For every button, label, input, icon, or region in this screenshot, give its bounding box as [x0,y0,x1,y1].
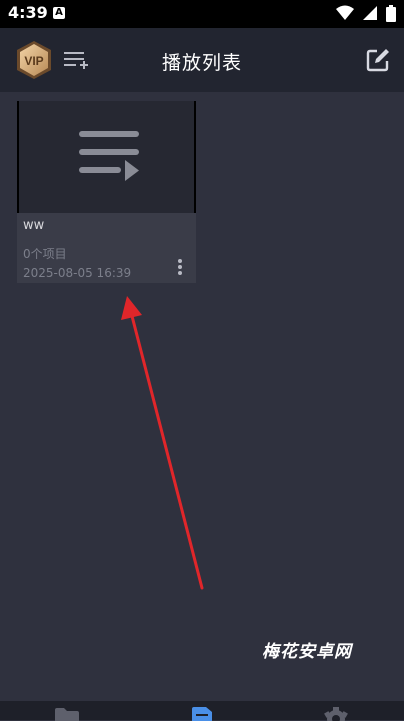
bottom-navigation [0,701,404,721]
playlist-icon[interactable] [189,707,215,721]
watermark: 梅花安卓网 [262,642,352,662]
annotation-arrow [121,296,204,590]
folder-icon[interactable] [54,707,80,721]
settings-icon[interactable] [323,707,349,721]
